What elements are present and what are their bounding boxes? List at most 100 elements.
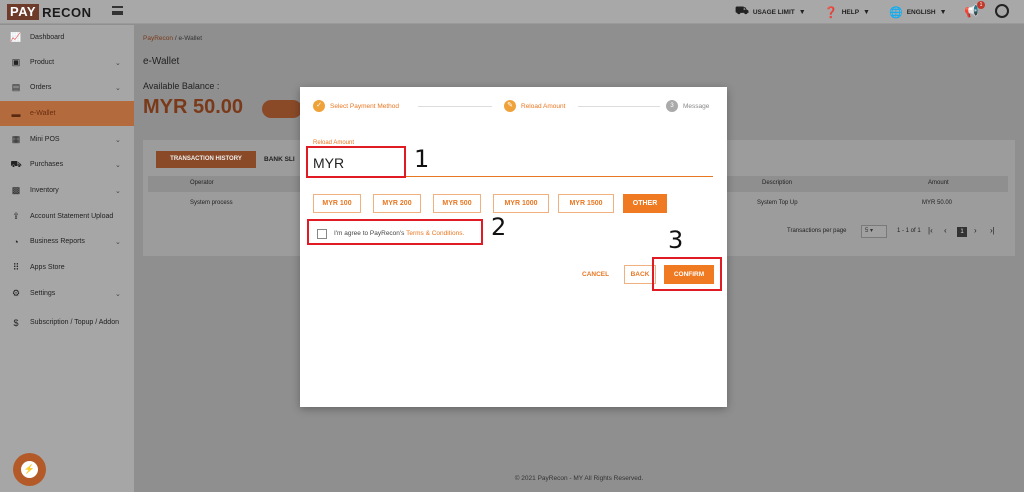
messenger-icon: ⚡ bbox=[21, 461, 38, 478]
page-title: e-Wallet bbox=[143, 56, 180, 67]
chevron-down-icon: ⌄ bbox=[115, 84, 121, 92]
grid-icon: ⠿ bbox=[12, 262, 20, 272]
language-menu[interactable]: 🌐 ENGLISH ▼ bbox=[889, 5, 947, 19]
next-page-icon[interactable]: › bbox=[974, 226, 977, 235]
logo-recon-text: RECON bbox=[42, 4, 92, 20]
pos-icon: ▦ bbox=[11, 134, 21, 144]
chevron-down-icon: ⌄ bbox=[115, 187, 121, 195]
page-range: 1 - 1 of 1 bbox=[897, 228, 921, 234]
chevron-down-icon: ⌄ bbox=[115, 238, 121, 246]
sidebar: 📈 Dashboard ▣ Product ⌄ ▤ Orders ⌄ ▬ e-W… bbox=[0, 25, 134, 492]
sidebar-item-label: Settings bbox=[30, 289, 56, 297]
sidebar-item-purchases[interactable]: ⛟ Purchases ⌄ bbox=[0, 152, 134, 177]
amount-chip-500[interactable]: MYR 500 bbox=[433, 194, 481, 213]
sidebar-item-label: Account Statement Upload bbox=[30, 212, 114, 220]
breadcrumb-link-home[interactable]: PayRecon bbox=[143, 35, 173, 42]
pie-chart-icon: ◔ bbox=[13, 236, 19, 247]
first-page-icon[interactable]: |‹ bbox=[928, 226, 933, 235]
reload-button[interactable] bbox=[262, 100, 302, 118]
sidebar-item-label: Purchases bbox=[30, 160, 64, 168]
cell-amount: MYR 50.00 bbox=[922, 200, 953, 206]
balance-label: Available Balance : bbox=[143, 81, 220, 91]
usage-limit-menu[interactable]: ⛟ USAGE LIMIT ▼ bbox=[735, 5, 806, 19]
sidebar-item-label: Mini POS bbox=[30, 135, 60, 143]
sidebar-item-label: Business Reports bbox=[30, 237, 85, 245]
step-connector bbox=[418, 106, 492, 107]
prev-page-icon[interactable]: ‹ bbox=[944, 226, 947, 235]
step-label: Reload Amount bbox=[521, 102, 566, 110]
messenger-chat-button[interactable]: ⚡ bbox=[13, 453, 46, 486]
reload-modal: ✓ Select Payment Method ✎ Reload Amount … bbox=[300, 87, 727, 407]
amount-chip-200[interactable]: MYR 200 bbox=[373, 194, 421, 213]
pencil-icon: ✎ bbox=[504, 100, 516, 112]
amount-chip-other[interactable]: OTHER bbox=[623, 194, 667, 213]
sidebar-item-orders[interactable]: ▤ Orders ⌄ bbox=[0, 75, 134, 100]
caret-down-icon: ▼ bbox=[798, 8, 806, 16]
logo-pay-text: PAY bbox=[7, 4, 40, 20]
upload-icon: ⇪ bbox=[12, 211, 20, 221]
dollar-icon: $ bbox=[13, 318, 19, 328]
truck-icon: ⛟ bbox=[735, 5, 749, 17]
sidebar-item-product[interactable]: ▣ Product ⌄ bbox=[0, 50, 134, 75]
sidebar-item-label: Inventory bbox=[30, 186, 59, 194]
question-icon: ❓ bbox=[824, 6, 838, 19]
chevron-down-icon: ⌄ bbox=[115, 136, 121, 144]
sidebar-item-label: Subscription / Topup / Addon bbox=[30, 319, 119, 326]
per-page-label: Transactions per page bbox=[787, 228, 847, 234]
breadcrumb: PayRecon / e-Wallet bbox=[143, 35, 202, 42]
step-label: Select Payment Method bbox=[330, 102, 400, 110]
cell-operator: System process bbox=[190, 200, 233, 206]
caret-down-icon: ▼ bbox=[863, 8, 870, 16]
column-header-description: Description bbox=[762, 180, 793, 186]
sidebar-item-label: Apps Store bbox=[30, 263, 65, 271]
amount-chip-100[interactable]: MYR 100 bbox=[313, 194, 361, 213]
user-avatar-icon[interactable] bbox=[995, 4, 1009, 18]
chevron-down-icon: ⌄ bbox=[115, 290, 121, 298]
current-page[interactable]: 1 bbox=[957, 227, 967, 237]
sidebar-item-dashboard[interactable]: 📈 Dashboard bbox=[0, 25, 134, 50]
sidebar-item-account-statement-upload[interactable]: ⇪ Account Statement Upload bbox=[0, 204, 134, 229]
clipboard-icon: ▤ bbox=[11, 82, 21, 92]
sidebar-item-mini-pos[interactable]: ▦ Mini POS ⌄ bbox=[0, 127, 134, 152]
last-page-icon[interactable]: ›| bbox=[990, 226, 995, 235]
tab-bank-slip[interactable]: BANK SLI bbox=[264, 151, 295, 168]
step-select-payment-method: ✓ Select Payment Method bbox=[313, 100, 399, 112]
sidebar-item-e-wallet[interactable]: ▬ e-Wallet bbox=[0, 101, 134, 126]
help-menu[interactable]: ❓ HELP ▼ bbox=[824, 5, 870, 19]
step-message: 3 Message bbox=[666, 100, 709, 112]
usage-limit-label: USAGE LIMIT bbox=[752, 8, 795, 16]
step-number: 3 bbox=[666, 100, 678, 112]
sidebar-item-apps-store[interactable]: ⠿ Apps Store bbox=[0, 255, 134, 280]
sidebar-item-subscription[interactable]: $ Subscription / Topup / Addon bbox=[0, 308, 134, 338]
help-label: HELP bbox=[841, 8, 860, 16]
notification-badge: 1 bbox=[977, 1, 985, 9]
cell-description: System Top Up bbox=[757, 200, 798, 206]
annotation-number-3: 3 bbox=[668, 226, 684, 254]
sidebar-item-business-reports[interactable]: ◔ Business Reports ⌄ bbox=[0, 229, 134, 254]
sidebar-item-settings[interactable]: ⚙ Settings ⌄ bbox=[0, 281, 134, 306]
sidebar-item-label: Orders bbox=[30, 83, 52, 91]
check-icon: ✓ bbox=[313, 100, 325, 112]
per-page-select[interactable]: 5 ▾ bbox=[861, 225, 887, 238]
sidebar-item-inventory[interactable]: ▩ Inventory ⌄ bbox=[0, 178, 134, 203]
amount-chip-1500[interactable]: MYR 1500 bbox=[558, 194, 614, 213]
sidebar-item-label: Product bbox=[30, 58, 55, 66]
tab-transaction-history[interactable]: TRANSACTION HISTORY bbox=[156, 151, 256, 168]
column-header-operator: Operator bbox=[190, 180, 214, 186]
footer-copyright: © 2021 PayRecon - MY All Rights Reserved… bbox=[514, 475, 644, 482]
column-header-amount: Amount bbox=[928, 180, 949, 186]
cancel-button[interactable]: CANCEL bbox=[582, 266, 609, 284]
payrecon-logo[interactable]: PAY RECON bbox=[7, 4, 92, 20]
wallet-icon: ▬ bbox=[11, 108, 21, 119]
hamburger-menu-icon[interactable] bbox=[112, 6, 123, 15]
sidebar-item-label: Dashboard bbox=[30, 33, 65, 41]
caret-down-icon: ▼ bbox=[939, 8, 947, 16]
chevron-down-icon: ⌄ bbox=[115, 59, 121, 67]
sidebar-item-label: e-Wallet bbox=[30, 109, 56, 117]
chart-line-icon: 📈 bbox=[10, 32, 22, 42]
amount-chip-1000[interactable]: MYR 1000 bbox=[493, 194, 549, 213]
top-bar: PAY RECON ⛟ USAGE LIMIT ▼ ❓ HELP ▼ 🌐 ENG… bbox=[0, 0, 1024, 24]
per-page-value: 5 bbox=[865, 228, 869, 234]
box-icon: ▣ bbox=[11, 57, 21, 67]
step-label: Message bbox=[683, 102, 710, 110]
